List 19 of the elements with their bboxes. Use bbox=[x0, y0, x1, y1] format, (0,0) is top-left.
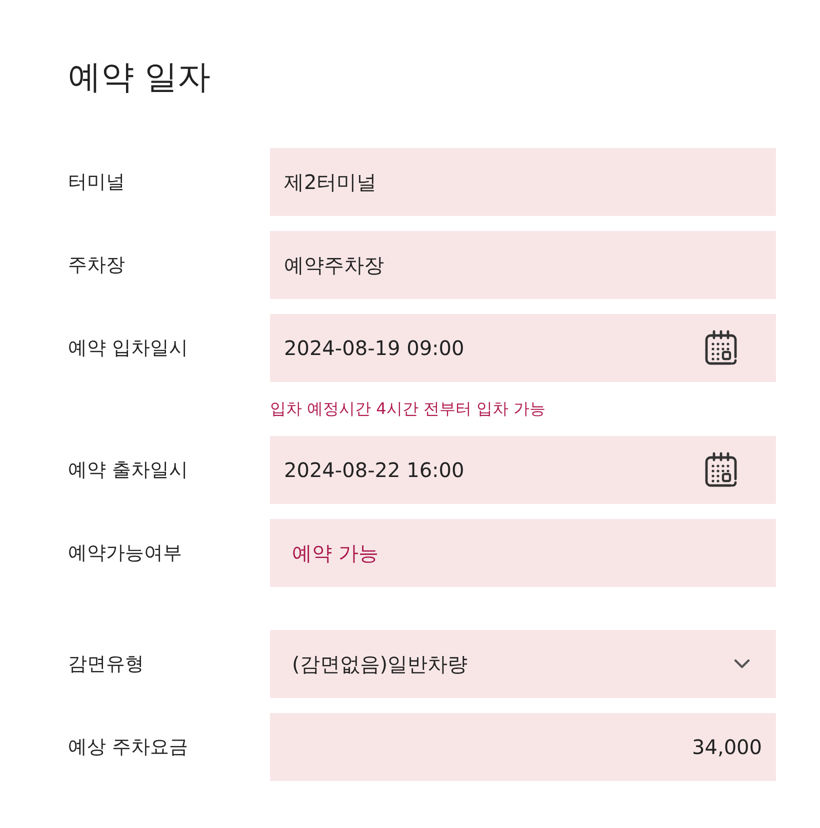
date-field[interactable]: 2024-08-19 09:00 bbox=[270, 314, 776, 382]
field-label: 예약 입차일시 bbox=[68, 336, 188, 361]
input-field[interactable]: 예약주차장 bbox=[270, 231, 776, 299]
field-label: 터미널 bbox=[68, 170, 125, 195]
chevron-down-icon[interactable] bbox=[734, 659, 750, 669]
calendar-icon[interactable] bbox=[704, 452, 738, 488]
section-title: 예약 일자 bbox=[68, 56, 210, 98]
input-field[interactable]: 제2터미널 bbox=[270, 148, 776, 216]
dropdown-field[interactable]: (감면없음)일반차량 bbox=[270, 630, 776, 698]
hint-text: 입차 예정시간 4시간 전부터 입차 가능 bbox=[270, 398, 546, 420]
calendar-icon[interactable] bbox=[704, 330, 738, 366]
field-label: 예약 출차일시 bbox=[68, 458, 188, 483]
field-label: 감면유형 bbox=[68, 652, 144, 677]
input-field[interactable]: 34,000 bbox=[270, 713, 776, 781]
date-field[interactable]: 2024-08-22 16:00 bbox=[270, 436, 776, 504]
field-label: 예상 주차요금 bbox=[68, 735, 188, 760]
field-label: 예약가능여부 bbox=[68, 541, 182, 566]
field-label: 주차장 bbox=[68, 253, 125, 278]
status-field: 예약 가능 bbox=[270, 519, 776, 587]
